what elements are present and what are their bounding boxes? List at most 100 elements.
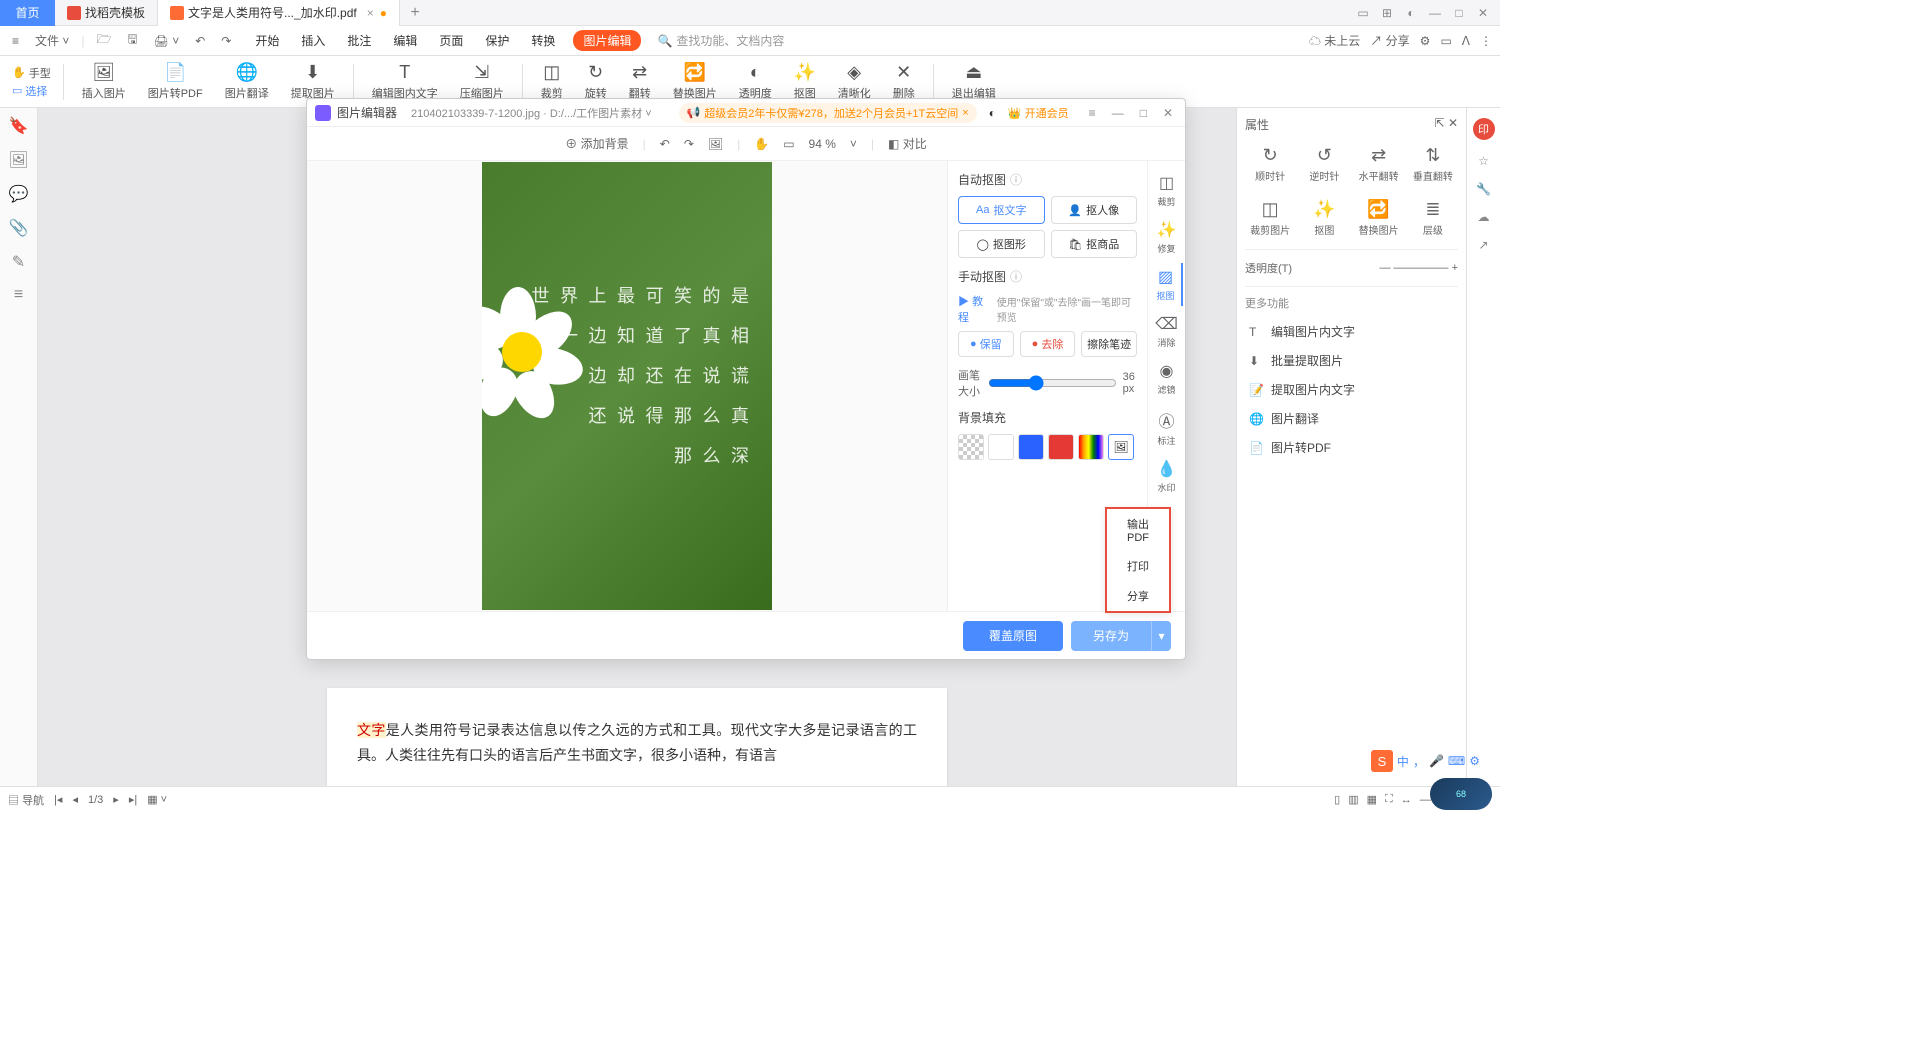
image-list-icon[interactable]: 🖼 [8,150,28,170]
chevron-down-icon[interactable]: ▾ [1151,621,1171,651]
ribbon-flip[interactable]: ⇄翻转 [619,61,661,103]
dlg-close-icon[interactable]: ✕ [1159,106,1177,120]
rotate-ccw[interactable]: ↺逆时针 [1299,141,1349,187]
layer-img[interactable]: ≣层级 [1408,195,1458,241]
close-panel-icon[interactable]: ✕ [1448,116,1458,130]
popup-print[interactable]: 打印 [1107,551,1169,581]
reset-icon[interactable]: 🖼 [708,137,723,151]
fn-to-pdf[interactable]: 📄图片转PDF [1245,433,1458,462]
ribbon-extract-img[interactable]: ⬇提取图片 [281,61,345,103]
ribbon-opacity[interactable]: ◐透明度 [729,61,782,103]
menu-tab-annotate[interactable]: 批注 [343,30,375,51]
ime-settings-icon[interactable]: ⚙ [1469,754,1480,768]
ime-logo-icon[interactable]: S [1371,750,1393,772]
fn-edit-text[interactable]: T编辑图片内文字 [1245,317,1458,346]
menu-tab-page[interactable]: 页面 [435,30,467,51]
ribbon-sharpen[interactable]: ◈清晰化 [828,61,881,103]
ribbon-exit-edit[interactable]: ⏏退出编辑 [942,61,1006,103]
fullscreen-icon[interactable]: ⛶ [1385,793,1393,806]
view-continuous-icon[interactable]: ▥ [1348,793,1358,806]
more-icon[interactable]: ⋮ [1480,34,1492,48]
tool-cutout[interactable]: ▨抠图 [1151,263,1183,306]
color-blue[interactable] [1018,434,1044,460]
tool-repair[interactable]: ✨修复 [1151,216,1183,259]
next-page-icon[interactable]: ▸ [113,793,119,806]
dlg-minimize-icon[interactable]: — [1108,106,1128,120]
ribbon-edit-text-in-img[interactable]: T编辑图内文字 [362,61,448,103]
popup-share[interactable]: 分享 [1107,581,1169,611]
network-badge[interactable]: 68 [1430,778,1492,810]
promo-banner[interactable]: 📢 超级会员2年卡仅需¥278，加送2个月会员+1T云空间 × [679,103,977,123]
nav-toggle[interactable]: ▤ 导航 [8,792,44,808]
add-tab[interactable]: + [400,4,430,22]
avatar-icon[interactable]: ◐ [1402,4,1420,22]
close-icon[interactable]: ✕ [1474,4,1492,22]
info-icon[interactable]: ⓘ [1010,171,1022,188]
cutout-text-button[interactable]: Aa 抠文字 [958,196,1045,224]
remove-button[interactable]: ● 去除 [1020,331,1076,357]
menu-tab-start[interactable]: 开始 [251,30,283,51]
color-red[interactable] [1048,434,1074,460]
tab-template[interactable]: 找稻壳模板 [55,0,158,26]
fit-width-icon[interactable]: ↔ [1401,794,1412,806]
color-rainbow[interactable] [1078,434,1104,460]
share-button[interactable]: ↗ 分享 [1370,32,1409,49]
redo-icon[interactable]: ↷ [684,137,694,151]
color-transparent[interactable] [958,434,984,460]
ime-kbd-icon[interactable]: ⌨ [1448,754,1465,768]
undo-icon[interactable]: ↶ [191,32,209,50]
color-white[interactable] [988,434,1014,460]
view-mode-icon[interactable]: ▦ ˅ [147,793,167,806]
doc-text[interactable]: 文字是人类用符号记录表达信息以传之久远的方式和工具。现代文字大多是记录语言的工具… [357,718,917,768]
page-indicator[interactable]: 1/3 [88,794,103,806]
file-menu[interactable]: 文件 ˅ [31,30,73,51]
canvas[interactable]: 世 界 上 最 可 笑 的 是 一 边 知 道 了 真 相 一 边 却 还 在 … [307,161,947,611]
tab-home[interactable]: 首页 [0,0,55,26]
replace-img[interactable]: 🔁替换图片 [1354,195,1404,241]
flip-h[interactable]: ⇄水平翻转 [1354,141,1404,187]
share-icon[interactable]: ↗ [1478,238,1488,252]
first-page-icon[interactable]: |◂ [54,793,62,806]
minimize-icon[interactable]: — [1426,4,1444,22]
dlg-menu-icon[interactable]: ≡ [1085,106,1100,120]
tutorial-link[interactable]: ▶ 教程 [958,293,991,325]
fn-extract-text[interactable]: 📝提取图片内文字 [1245,375,1458,404]
ribbon-delete[interactable]: ✕删除 [883,61,925,103]
menu-tab-protect[interactable]: 保护 [481,30,513,51]
layout-icon[interactable]: ▭ [1354,4,1372,22]
keep-button[interactable]: ● 保留 [958,331,1014,357]
ribbon-replace[interactable]: 🔁替换图片 [663,61,727,103]
flip-v[interactable]: ⇅垂直翻转 [1408,141,1458,187]
layers-icon[interactable]: ≡ [14,286,23,304]
settings-icon[interactable]: ⚙ [1420,34,1431,48]
ribbon-compress[interactable]: ⇲压缩图片 [450,61,514,103]
last-page-icon[interactable]: ▸| [129,793,137,806]
rotate-cw[interactable]: ↻顺时针 [1245,141,1295,187]
zoom-value[interactable]: 94 % [809,137,836,151]
star-icon[interactable]: ☆ [1478,154,1489,168]
compare-button[interactable]: ◧ 对比 [888,135,927,152]
bookmark-icon[interactable]: 🔖 [9,116,29,136]
close-tab-icon[interactable]: × [367,6,374,20]
print-icon[interactable]: 🖨 ˅ [150,32,184,50]
brush-slider[interactable] [988,375,1117,391]
collapse-icon[interactable]: ᐱ [1462,34,1470,48]
info-icon[interactable]: ⓘ [1010,268,1022,285]
apps-icon[interactable]: ⊞ [1378,4,1396,22]
ime-punct-icon[interactable]: ， [1413,753,1425,770]
fn-translate[interactable]: 🌐图片翻译 [1245,404,1458,433]
feedback-icon[interactable]: ▭ [1440,34,1451,48]
cutout-product-button[interactable]: 🛍 抠商品 [1051,230,1138,258]
docer-badge-icon[interactable]: 印 [1473,118,1495,140]
fit-icon[interactable]: ▭ [783,137,794,151]
ribbon-img-translate[interactable]: 🌐图片翻译 [215,61,279,103]
ribbon-crop[interactable]: ◫裁剪 [531,61,573,103]
search-box[interactable]: 🔍 查找功能、文档内容 [657,32,784,49]
view-double-icon[interactable]: ▦ [1367,793,1377,806]
maximize-icon[interactable]: □ [1450,4,1468,22]
menu-tab-insert[interactable]: 插入 [297,30,329,51]
crop-img[interactable]: ◫裁剪图片 [1245,195,1295,241]
ribbon-rotate[interactable]: ↻旋转 [575,61,617,103]
color-picker[interactable]: 🖼 [1108,434,1134,460]
tool-crop[interactable]: ◫裁剪 [1151,169,1183,212]
